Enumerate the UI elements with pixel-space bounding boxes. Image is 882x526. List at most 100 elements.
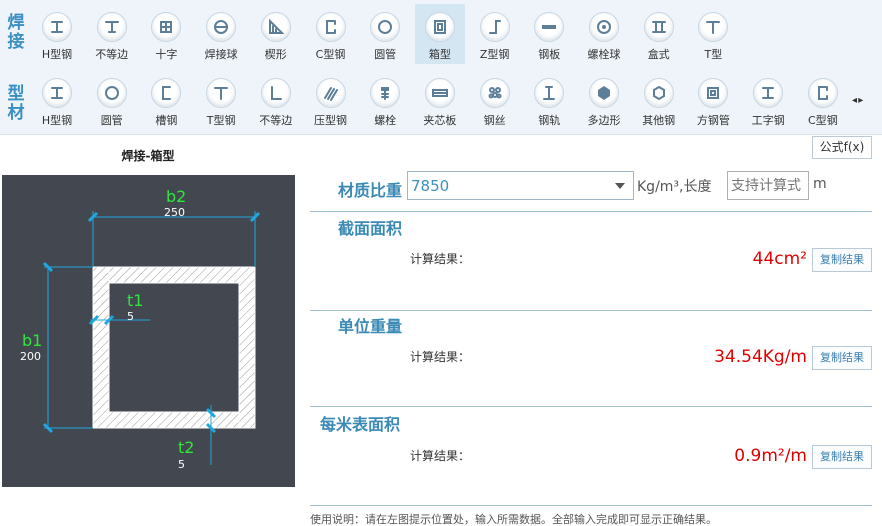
- unit-weight-result: 34.54Kg/m: [714, 347, 807, 367]
- z-beam-icon: [479, 12, 510, 42]
- tool-label: 钢轨: [538, 114, 561, 127]
- unequal-angle-icon: [260, 78, 291, 108]
- tool-round-tube-button[interactable]: 圆管: [87, 70, 137, 130]
- tool-t-beam-button[interactable]: T型: [688, 4, 738, 64]
- round-tube-icon: [370, 12, 401, 42]
- tool-unequal-angle-button[interactable]: 不等边: [251, 70, 301, 130]
- divider: [310, 505, 872, 506]
- t1-label: t1: [127, 291, 144, 310]
- unequal-icon: [96, 12, 127, 42]
- tool-t-beam-button[interactable]: T型钢: [196, 70, 246, 130]
- section-diagram: b2 250 b1 200 t1 5 t2 5: [2, 175, 295, 487]
- tool-round-tube-button[interactable]: 圆管: [360, 4, 410, 64]
- tool-polygon-button[interactable]: 多边形: [579, 70, 629, 130]
- formula-button[interactable]: 公式f(x): [812, 136, 872, 159]
- surface-area-result: 0.9m²/m: [734, 446, 807, 466]
- toolbar-pager[interactable]: ◂ ▸: [852, 95, 863, 106]
- weld-ball-icon: [206, 12, 237, 42]
- tool-label: 箱型: [428, 48, 451, 61]
- copy-unit-weight-button[interactable]: 复制结果: [812, 346, 872, 370]
- tool-other-steel-button[interactable]: 其他钢: [634, 70, 684, 130]
- tool-label: 多边形: [587, 114, 621, 127]
- h-beam-icon: [42, 12, 72, 42]
- tool-h-beam-button[interactable]: H型钢: [32, 4, 82, 64]
- steel-plate-icon: [534, 12, 565, 42]
- tool-wedge-button[interactable]: 楔形: [251, 4, 301, 64]
- t1-input[interactable]: 5: [127, 310, 134, 323]
- density-value: 7850: [411, 177, 450, 195]
- copy-section-area-button[interactable]: 复制结果: [812, 248, 872, 272]
- tool-pressed-steel-button[interactable]: 压型钢: [306, 70, 356, 130]
- box-type-icon: [643, 12, 674, 42]
- tool-label: 工字钢: [751, 114, 785, 127]
- channel-icon: [151, 78, 182, 108]
- tool-steel-plate-button[interactable]: 钢板: [524, 4, 574, 64]
- category-profile-label: 型 材: [7, 84, 25, 123]
- tool-square-tube-button[interactable]: 方钢管: [688, 70, 738, 130]
- length-input[interactable]: [727, 171, 809, 200]
- tool-label: 钢板: [538, 48, 561, 61]
- square-tube-icon: [698, 78, 729, 108]
- box-icon: [424, 12, 455, 42]
- tool-rail-button[interactable]: 钢轨: [524, 70, 574, 130]
- tool-steel-wire-button[interactable]: 钢丝: [470, 70, 520, 130]
- polygon-icon: [589, 78, 619, 108]
- tool-label: C型钢: [807, 114, 838, 127]
- b1-input[interactable]: 200: [20, 350, 41, 363]
- h-beam-icon: [42, 78, 72, 108]
- divider: [310, 310, 872, 311]
- tool-label: 圆管: [374, 48, 397, 61]
- length-unit: m: [813, 176, 827, 192]
- tool-i-beam-button[interactable]: 工字钢: [743, 70, 793, 130]
- tool-cross-button[interactable]: 十字: [141, 4, 191, 64]
- pressed-steel-icon: [315, 78, 346, 108]
- tool-label: H型钢: [41, 114, 73, 127]
- chevron-down-icon[interactable]: [615, 183, 625, 189]
- tool-channel-button[interactable]: 槽钢: [141, 70, 191, 130]
- tool-unequal-button[interactable]: 不等边: [87, 4, 137, 64]
- tool-bolt-ball-button[interactable]: 螺栓球: [579, 4, 629, 64]
- box-section-drawing: [42, 211, 261, 465]
- density-unit: Kg/m³,长度: [637, 179, 712, 195]
- sandwich-panel-icon: [424, 78, 455, 108]
- material-density-label: 材质比重: [338, 181, 403, 200]
- b2-input[interactable]: 250: [164, 206, 185, 219]
- c-beam-icon: [807, 78, 838, 108]
- tool-label: H型钢: [41, 48, 73, 61]
- tool-label: T型钢: [206, 114, 236, 127]
- tool-label: 槽钢: [155, 114, 178, 127]
- tool-bolt-button[interactable]: 螺栓: [360, 70, 410, 130]
- tool-box-type-button[interactable]: 盒式: [634, 4, 684, 64]
- section-area-result: 44cm²: [752, 249, 807, 269]
- c-beam-icon: [315, 12, 346, 42]
- tool-weld-ball-button[interactable]: 焊接球: [196, 4, 246, 64]
- tool-h-beam-button[interactable]: H型钢: [32, 70, 82, 130]
- tool-label: 夹芯板: [423, 114, 457, 127]
- usage-instructions: 使用说明：请在左图提示位置处，输入所需数据。全部输入完成即可显示正确结果。: [310, 513, 717, 526]
- tool-label: 十字: [155, 48, 178, 61]
- t-beam-icon: [698, 12, 729, 42]
- t-beam-icon: [206, 78, 237, 108]
- density-select[interactable]: 7850: [407, 171, 634, 200]
- b2-label: b2: [166, 187, 187, 206]
- tool-label: T型: [704, 48, 723, 61]
- other-steel-icon: [643, 78, 674, 108]
- tool-z-beam-button[interactable]: Z型钢: [470, 4, 520, 64]
- t2-label: t2: [178, 438, 195, 457]
- tool-label: 不等边: [95, 48, 129, 61]
- cross-icon: [151, 12, 182, 42]
- section-area-calc-label: 计算结果：: [410, 252, 471, 266]
- tool-label: 螺栓球: [587, 48, 621, 61]
- tool-sandwich-panel-button[interactable]: 夹芯板: [415, 70, 465, 130]
- tool-label: 方钢管: [696, 114, 730, 127]
- shape-toolbar: 焊 接 型 材 H型钢 不等边 十字 焊接球 楔形 C型钢 圆管 箱型 Z型钢 钢板 螺栓球 盒式 T型…: [0, 0, 882, 135]
- tool-c-beam-button[interactable]: C型钢: [306, 4, 356, 64]
- copy-surface-area-button[interactable]: 复制结果: [812, 445, 872, 469]
- tool-box-button[interactable]: 箱型: [414, 4, 465, 64]
- shape-title: 焊接-箱型: [121, 149, 175, 163]
- divider: [310, 406, 872, 407]
- bolt-icon: [370, 78, 401, 108]
- tool-label: Z型钢: [479, 48, 510, 61]
- tool-c-beam-button[interactable]: C型钢: [798, 70, 848, 130]
- t2-input[interactable]: 5: [178, 458, 185, 471]
